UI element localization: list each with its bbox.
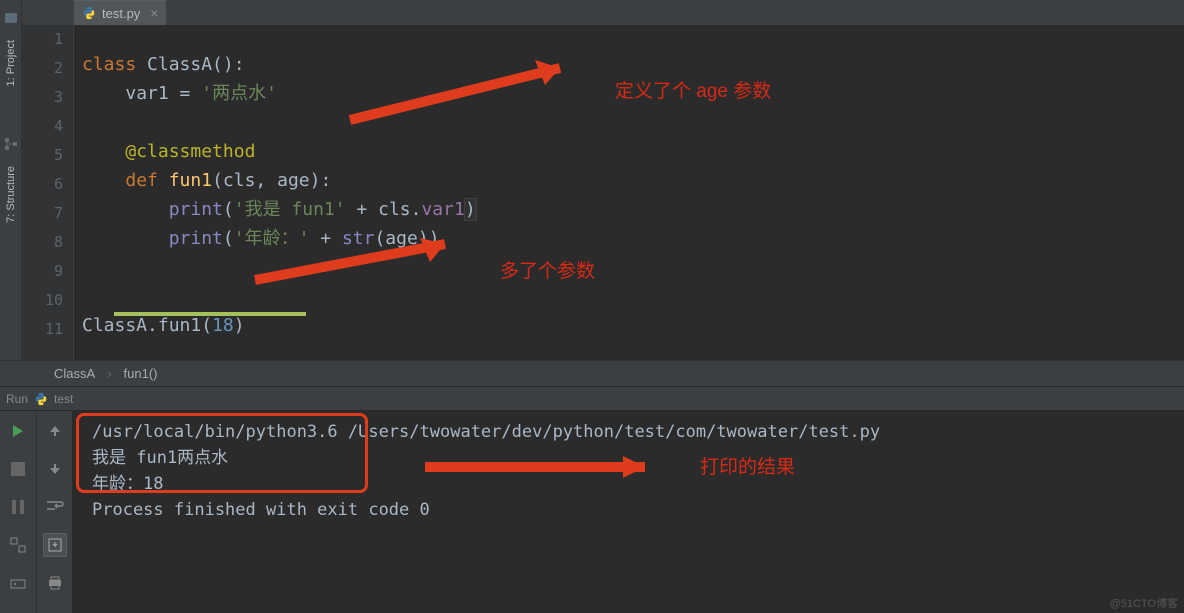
builtin: print bbox=[169, 228, 223, 249]
op: + bbox=[346, 199, 379, 220]
punct: . bbox=[411, 199, 422, 220]
punct: ) bbox=[234, 315, 245, 336]
breadcrumb-item[interactable]: ClassA bbox=[54, 366, 95, 381]
scroll-up-button[interactable] bbox=[43, 419, 67, 443]
param: age bbox=[277, 170, 310, 191]
line-number: 9 bbox=[22, 257, 73, 286]
punct: ( bbox=[212, 170, 223, 191]
line-number: 11 bbox=[22, 315, 73, 344]
underline-annotation bbox=[114, 312, 306, 316]
line-number: 6 bbox=[22, 170, 73, 199]
line-number: 7 bbox=[22, 199, 73, 228]
python-icon bbox=[34, 392, 48, 406]
class-ref: ClassA bbox=[82, 315, 147, 336]
op: = bbox=[180, 83, 202, 104]
decorator: @classmethod bbox=[125, 141, 255, 162]
param: cls bbox=[378, 199, 411, 220]
run-toolbar-inner bbox=[36, 411, 72, 613]
string: '两点水' bbox=[201, 83, 277, 104]
editor-tabs: test.py × bbox=[74, 0, 1184, 25]
class-name: ClassA bbox=[136, 54, 212, 75]
gutter: 1 2 3 4 5 6 7 8 9 10 11 bbox=[22, 0, 74, 360]
punct: )) bbox=[418, 228, 440, 249]
close-icon[interactable]: × bbox=[150, 5, 158, 21]
line-number: 10 bbox=[22, 286, 73, 315]
print-button[interactable] bbox=[43, 571, 67, 595]
line-number: 3 bbox=[22, 83, 73, 112]
line-number: 5 bbox=[22, 141, 73, 170]
pin-button[interactable] bbox=[6, 571, 30, 595]
pause-button[interactable] bbox=[6, 495, 30, 519]
punct: . bbox=[147, 315, 158, 336]
var: var1 bbox=[125, 83, 179, 104]
layout-button[interactable] bbox=[6, 533, 30, 557]
watermark: @51CTO博客 bbox=[1110, 595, 1178, 611]
python-icon bbox=[82, 6, 96, 20]
highlight-box bbox=[76, 413, 368, 493]
tool-window-bar[interactable]: 1: Project 7: Structure bbox=[0, 0, 22, 360]
rerun-button[interactable] bbox=[6, 419, 30, 443]
keyword: class bbox=[82, 54, 136, 75]
line-number: 2 bbox=[22, 54, 73, 83]
string: '我是 fun1' bbox=[234, 199, 346, 220]
console-line: Process finished with exit code 0 bbox=[92, 497, 1184, 523]
punct: ( bbox=[223, 228, 234, 249]
attr: var1 bbox=[421, 199, 464, 220]
punct: ) bbox=[465, 199, 476, 220]
breadcrumb: ClassA › fun1() bbox=[0, 360, 1184, 386]
structure-icon bbox=[3, 136, 19, 152]
method: fun1 bbox=[158, 315, 201, 336]
builtin: str bbox=[342, 228, 375, 249]
punct: ( bbox=[201, 315, 212, 336]
punct: ): bbox=[310, 170, 332, 191]
project-tab[interactable]: 1: Project bbox=[5, 40, 17, 86]
run-config: test bbox=[54, 392, 73, 406]
breadcrumb-item[interactable]: fun1() bbox=[124, 366, 158, 381]
line-number: 4 bbox=[22, 112, 73, 141]
scroll-to-end-button[interactable] bbox=[43, 533, 67, 557]
project-icon bbox=[3, 10, 19, 26]
line-number: 1 bbox=[22, 25, 73, 54]
breadcrumb-sep: › bbox=[107, 366, 111, 381]
param: cls bbox=[223, 170, 256, 191]
console-output[interactable]: /usr/local/bin/python3.6 /Users/twowater… bbox=[72, 411, 1184, 613]
tab-label: test.py bbox=[102, 6, 140, 21]
punct: , bbox=[255, 170, 277, 191]
run-label: Run bbox=[6, 392, 28, 406]
keyword: def bbox=[125, 170, 158, 191]
punct: ( bbox=[374, 228, 385, 249]
func-name: fun1 bbox=[158, 170, 212, 191]
punct: ( bbox=[223, 199, 234, 220]
builtin: print bbox=[169, 199, 223, 220]
scroll-down-button[interactable] bbox=[43, 457, 67, 481]
op: + bbox=[309, 228, 342, 249]
number: 18 bbox=[212, 315, 234, 336]
soft-wrap-button[interactable] bbox=[43, 495, 67, 519]
stop-button[interactable] bbox=[6, 457, 30, 481]
string: '年龄：' bbox=[234, 228, 310, 249]
structure-tab[interactable]: 7: Structure bbox=[5, 166, 17, 223]
run-toolbar-left bbox=[0, 411, 36, 613]
punct: (): bbox=[212, 54, 245, 75]
file-tab[interactable]: test.py × bbox=[74, 0, 166, 25]
run-panel-header: Run test bbox=[0, 386, 1184, 411]
param: age bbox=[385, 228, 418, 249]
line-number: 8 bbox=[22, 228, 73, 257]
code-editor[interactable]: test.py × class ClassA(): var1 = '两点水' @… bbox=[74, 0, 1184, 360]
